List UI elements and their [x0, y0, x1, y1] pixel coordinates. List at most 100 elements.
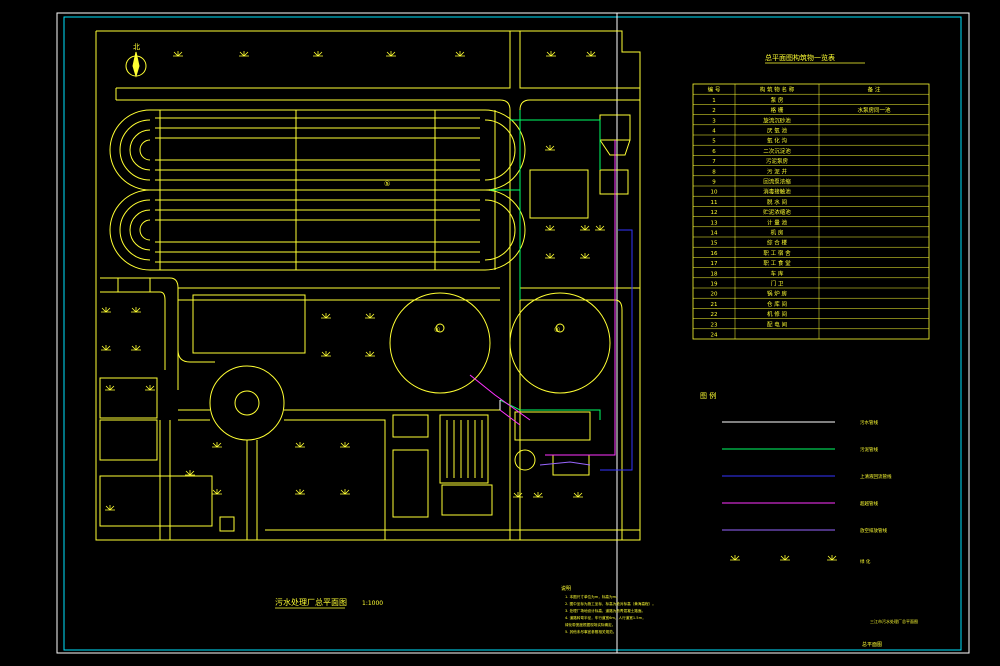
grass-icon: [827, 555, 837, 561]
grass-icon: [101, 345, 111, 351]
note-line-4: 4. 道路转弯半径，车行道宽6m，人行道宽1.5m，: [565, 615, 646, 620]
table-cell: 20: [711, 292, 718, 298]
table-cell: 格 栅: [771, 106, 784, 114]
grass-icon: [545, 145, 555, 151]
grass-icon: [145, 385, 155, 391]
grass-icon: [212, 489, 222, 495]
table-cell: 13: [711, 220, 718, 226]
grass-icon: [340, 442, 350, 448]
grass-icon: [455, 51, 465, 57]
table-cell: 厌 氧 池: [767, 127, 787, 135]
table-cell: 职 工 食 堂: [763, 259, 791, 267]
table-cell: 泵 房: [771, 96, 784, 104]
table-cell: 污泥泵房: [766, 157, 789, 165]
table-cell: 23: [711, 322, 718, 328]
north-arrow-needle: [132, 51, 140, 78]
building-19: [219, 516, 235, 532]
table-cell: 11: [711, 200, 718, 206]
label-settling-1: ⑥: [434, 326, 440, 334]
inner-frame: [63, 16, 962, 651]
grass-icon: [105, 385, 115, 391]
title-block-line2: 总平面图: [862, 641, 882, 648]
grass-icon: [101, 307, 111, 313]
table-cell: 17: [711, 261, 718, 267]
table-cell: 机 修 间: [767, 310, 787, 318]
building-f: [599, 169, 629, 195]
grass-icon: [239, 51, 249, 57]
roundabout-outer: [209, 365, 285, 441]
table-cell: 贮泥浓缩池: [763, 208, 791, 216]
table-cell: 24: [711, 333, 718, 339]
legend-label: 污泥管线: [860, 446, 878, 453]
table-cell: 氧 化 沟: [767, 137, 787, 145]
grass-icon: [365, 313, 375, 319]
grass-icon: [340, 489, 350, 495]
table-cell: 21: [711, 302, 718, 308]
grass-icon: [105, 505, 115, 511]
table-cell: 旋流沉砂池: [763, 116, 791, 124]
table-cell: 8: [712, 169, 716, 175]
pipe-drain: [539, 461, 591, 466]
table-header-cell: 构 筑 物 名 称: [760, 86, 795, 94]
table-cell: 9: [712, 180, 716, 186]
legend-grass-label: 绿 化: [860, 558, 871, 565]
note-line-6: 5. 其他未尽事宜参照相关规范。: [565, 629, 616, 634]
building-17: [99, 419, 158, 461]
grass-icon: [573, 492, 583, 498]
plan-scale: 1:1000: [362, 600, 383, 607]
table-title: 总平面图构筑物一览表: [765, 53, 835, 62]
grass-icon: [185, 470, 195, 476]
design-notes: 说明 1. 本图尺寸单位为m，标高为m。 2. 图中坐标为施工坐标，标高为绝对标…: [561, 585, 656, 634]
table-cell: 2: [712, 108, 716, 114]
gate-post: [117, 277, 151, 293]
grass-icon: [545, 225, 555, 231]
table-cell: 职 工 宿 舍: [763, 249, 791, 257]
table-cell: 二次沉淀池: [763, 147, 791, 155]
grass-icon: [321, 351, 331, 357]
table-cell: 消毒接触池: [763, 188, 791, 196]
grass-icon: [173, 51, 183, 57]
table-cell: 门 卫: [771, 280, 784, 288]
plan-title: 污水处理厂总平面图: [275, 597, 347, 607]
legend-label: 超越管线: [860, 500, 878, 507]
grass-icon: [386, 51, 396, 57]
notes-heading: 说明: [561, 585, 571, 592]
building-18: [99, 475, 213, 527]
grass-icon: [131, 307, 141, 313]
note-line-1: 1. 本图尺寸单位为m，标高为m。: [565, 594, 620, 599]
table-cell: 污 泥 井: [767, 167, 787, 175]
label-settling-2: ⑥: [554, 326, 560, 334]
table-cell: 仓 库 间: [767, 300, 787, 308]
table-cell: 16: [711, 251, 718, 257]
grass-icon: [580, 253, 590, 259]
grass-icon: [212, 442, 222, 448]
grass-icon: [780, 555, 790, 561]
table-cell: 锅 炉 房: [767, 290, 787, 298]
disinfection-tank-baffles: [446, 420, 483, 478]
grass-icon: [295, 489, 305, 495]
table-cell: 3: [712, 118, 716, 124]
table-cell: 计 量 池: [767, 218, 787, 226]
building-pump: [529, 169, 589, 219]
table-cell: 4: [712, 129, 716, 135]
title-block-line1: 三江市污水处理厂总平面图: [870, 618, 918, 624]
table-cell: 19: [711, 282, 718, 288]
table-cell: 10: [711, 190, 718, 196]
building-15: [192, 294, 306, 354]
legend-label: 污水管线: [860, 419, 878, 426]
structures-table: 编 号 构 筑 物 名 称 备 注 1 泵 房 2 格 栅 水泵房同一池 3 旋流沉砂池 4 厌 氧 …: [692, 83, 930, 340]
table-cell: 6: [712, 149, 716, 155]
grass-icon: [546, 51, 556, 57]
building-d: [514, 411, 591, 441]
label-oxidation-ditch: ⑤: [384, 180, 390, 188]
table-cell: 1: [712, 98, 716, 104]
roundabout-inner: [234, 390, 260, 416]
legend-label: 上清液回流管线: [860, 473, 892, 480]
note-line-3: 3. 处理厂场地设计标高，道路为沥青混凝土路面。: [565, 608, 645, 613]
table-cell: 5: [712, 139, 716, 145]
sludge-thickener: [514, 449, 536, 471]
settling-tank-2: [509, 292, 611, 394]
legend-title: 图 例: [700, 391, 716, 400]
building-b: [392, 449, 429, 518]
table-cell: 14: [711, 231, 718, 237]
